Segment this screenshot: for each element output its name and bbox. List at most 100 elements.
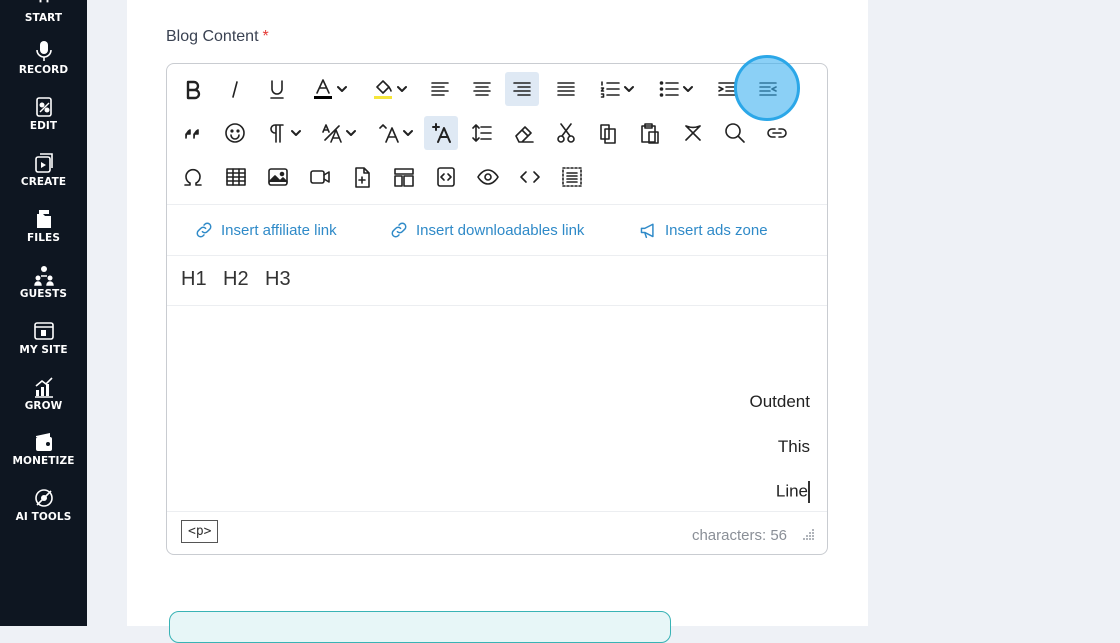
blockquote-button[interactable] [179,116,207,150]
show-blocks-button[interactable] [557,160,587,194]
chevron-down-icon [290,130,301,136]
font-color-dropdown[interactable] [307,72,351,106]
align-left-icon [431,82,449,96]
bold-icon [186,80,201,100]
line-height-button[interactable] [467,116,497,150]
toolbar-row-1 [167,67,827,111]
editor-status-bar: <p> characters: 56 [167,511,827,554]
content-line-2: This [777,437,810,456]
special-characters-button[interactable] [179,160,207,194]
align-center-button[interactable] [467,72,497,106]
cut-button[interactable] [551,116,581,150]
insert-file-button[interactable] [347,160,377,194]
insert-ads-zone-button[interactable]: Insert ads zone [639,221,768,239]
video-icon [310,170,330,184]
insert-links-row: Insert affiliate link Insert downloadabl… [167,204,827,256]
create-icon [34,153,53,173]
sidebar-item-record[interactable]: RECORD [0,40,87,76]
sidebar-item-grow[interactable]: GROW [0,376,87,412]
clear-formatting-plus-button[interactable] [424,116,458,150]
sidebar-item-guests[interactable]: GUESTS [0,264,87,300]
eye-icon [477,169,499,185]
toolbar-row-3 [167,155,827,199]
sidebar-item-files[interactable]: FILES [0,208,87,244]
heading-h1-button[interactable]: H1 [181,268,207,291]
omega-icon [184,168,202,186]
resize-handle-icon[interactable] [803,528,815,540]
editor-content[interactable]: Outdent This Line [167,306,827,511]
insert-image-button[interactable] [263,160,293,194]
outdent-button[interactable] [752,72,784,106]
my-site-icon [33,322,54,340]
font-family-dropdown[interactable] [374,116,416,150]
sidebar-item-label: MONETIZE [12,455,75,467]
emoji-button[interactable] [221,116,249,150]
sidebar-item-label: GROW [24,400,63,412]
preview-button[interactable] [473,160,503,194]
insert-video-button[interactable] [305,160,335,194]
edit-icon [35,97,52,117]
code-view-button[interactable] [515,160,545,194]
font-size-dropdown[interactable] [317,116,359,150]
font-size-icon [321,124,342,143]
insert-downloadables-link-button[interactable]: Insert downloadables link [390,221,584,239]
chevron-down-icon [623,86,634,92]
clipboard-icon [641,123,659,144]
font-family-icon [378,124,399,143]
sidebar: START RECORD EDIT CREATE FILES GUESTS MY… [0,0,87,626]
sidebar-item-my-site[interactable]: MY SITE [0,320,87,356]
align-right-button[interactable] [505,72,539,106]
eraser-button[interactable] [509,116,539,150]
sidebar-item-create[interactable]: CREATE [0,152,87,188]
italic-button[interactable] [221,72,249,106]
file-add-icon [355,167,370,188]
sidebar-item-edit[interactable]: EDIT [0,96,87,132]
align-justify-button[interactable] [551,72,581,106]
sidebar-item-monetize[interactable]: MONETIZE [0,431,87,467]
content-line-3-text: Line [775,481,808,501]
link-icon [196,222,212,238]
background-color-dropdown[interactable] [367,72,411,106]
copy-button[interactable] [593,116,623,150]
search-icon [725,123,745,143]
image-icon [268,168,288,186]
align-left-button[interactable] [425,72,455,106]
insert-table-button[interactable] [221,160,251,194]
ordered-list-dropdown[interactable] [593,72,639,106]
underline-button[interactable] [263,72,291,106]
underline-icon [270,80,284,99]
insert-link-button[interactable] [762,116,792,150]
text-format-plus-icon [432,123,451,143]
sidebar-item-start[interactable]: START [0,0,87,24]
character-count: characters: 56 [691,527,787,544]
font-color-icon [313,79,332,99]
ordered-list-icon [600,81,620,98]
unordered-list-dropdown[interactable] [652,72,698,106]
indent-icon [718,82,736,96]
next-section-box [169,611,671,643]
ai-tools-icon [34,489,53,507]
paste-button[interactable] [635,116,665,150]
element-path-tag[interactable]: <p> [181,520,219,543]
indent-button[interactable] [712,72,742,106]
smiley-icon [225,123,245,143]
insert-embed-button[interactable] [431,160,461,194]
insert-template-button[interactable] [389,160,419,194]
grow-icon [34,377,53,398]
chevron-down-icon [396,86,407,92]
paragraph-format-dropdown[interactable] [263,116,303,150]
heading-h2-button[interactable]: H2 [223,268,249,291]
eraser-icon [515,126,534,143]
guests-icon [33,266,54,286]
megaphone-icon [640,223,654,239]
rich-text-editor: Insert affiliate link Insert downloadabl… [166,63,828,555]
select-all-button[interactable] [678,116,708,150]
sidebar-item-ai-tools[interactable]: AI TOOLS [0,487,87,523]
insert-affiliate-link-button[interactable]: Insert affiliate link [195,221,337,239]
pilcrow-icon [269,124,284,143]
copy-icon [600,124,616,144]
field-label: Blog Content * [166,28,269,46]
heading-h3-button[interactable]: H3 [265,268,291,291]
bold-button[interactable] [179,72,207,106]
find-button[interactable] [720,116,750,150]
